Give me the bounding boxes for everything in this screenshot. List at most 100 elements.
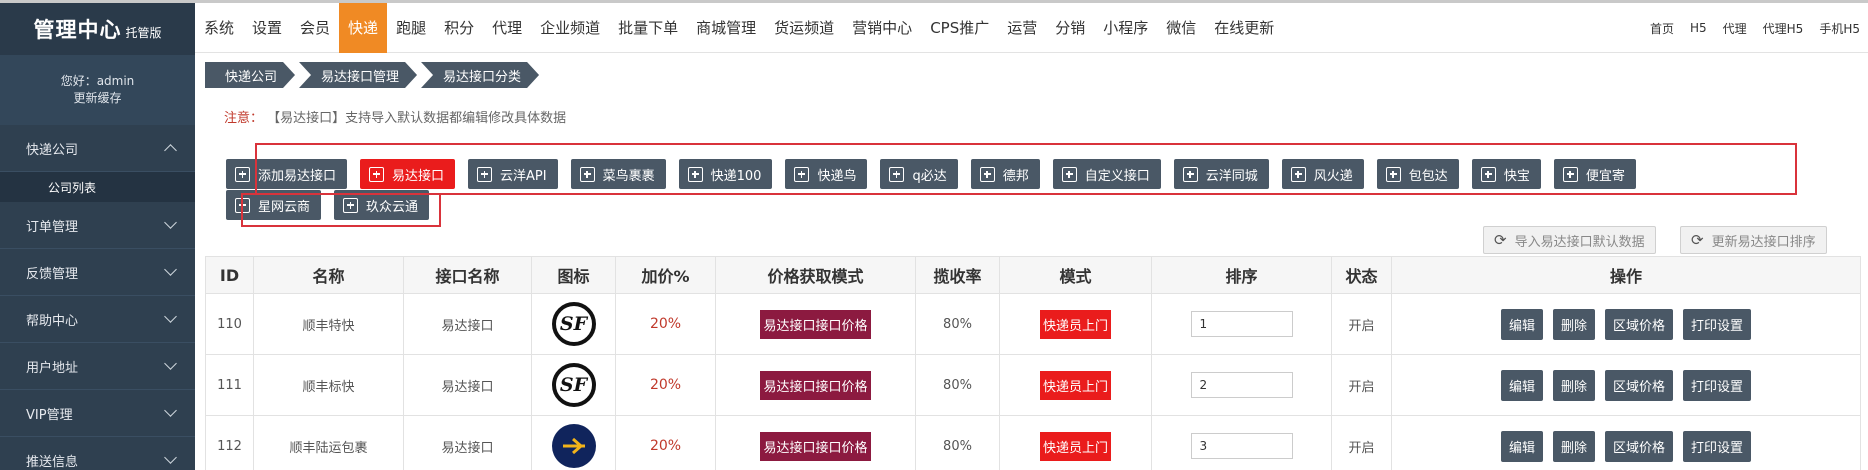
highlight-box: [255, 143, 1797, 195]
cell-icon: SF: [531, 293, 616, 355]
nav-item-operations[interactable]: 运营: [998, 3, 1046, 53]
sidebar-item-orders[interactable]: 订单管理: [0, 202, 195, 249]
cell-status: 开启: [1331, 354, 1392, 416]
sort-input[interactable]: [1190, 311, 1293, 337]
breadcrumb-item[interactable]: 易达接口分类: [421, 62, 539, 88]
cell-mode: 快递员上门: [999, 354, 1152, 416]
col-header-ops: 操作: [1391, 256, 1861, 294]
cell-rate: 80%: [915, 293, 1000, 355]
mode-tag: 快递员上门: [1039, 370, 1111, 400]
region-price-button[interactable]: 区域价格: [1605, 430, 1674, 462]
region-price-button[interactable]: 区域价格: [1605, 308, 1674, 340]
sf-express-logo-icon: SF: [551, 302, 596, 346]
nav-link-h5[interactable]: H5: [1682, 21, 1715, 35]
price-mode-tag: 易达接口接口价格: [760, 431, 871, 461]
col-header-mode: 模式: [999, 256, 1152, 294]
nav-link-home[interactable]: 首页: [1642, 20, 1682, 37]
sidebar-subitem-company-list[interactable]: 公司列表: [0, 172, 195, 202]
nav-item-agent[interactable]: 代理: [483, 3, 531, 53]
nav-item-enterprise[interactable]: 企业频道: [531, 3, 609, 53]
nav-item-mall[interactable]: 商城管理: [687, 3, 765, 53]
cell-id: 111: [205, 354, 254, 416]
import-default-button[interactable]: ⟳ 导入易达接口默认数据: [1483, 226, 1656, 254]
print-settings-button[interactable]: 打印设置: [1683, 430, 1752, 462]
edit-button[interactable]: 编辑: [1500, 369, 1543, 401]
sidebar-item-express-company[interactable]: 快递公司: [0, 125, 195, 172]
nav-link-agent-h5[interactable]: 代理H5: [1755, 20, 1812, 37]
nav-item-members[interactable]: 会员: [291, 3, 339, 53]
cell-status: 开启: [1331, 415, 1392, 470]
cell-price-mode: 易达接口接口价格: [715, 293, 916, 355]
nav-item-cps[interactable]: CPS推广: [921, 3, 998, 53]
sort-input[interactable]: [1190, 372, 1293, 398]
sidebar-item-label: 反馈管理: [26, 266, 79, 282]
delete-button[interactable]: 删除: [1552, 308, 1595, 340]
sf-freight-logo-icon: [551, 424, 596, 468]
highlight-box: [241, 193, 441, 227]
nav-item-system[interactable]: 系统: [195, 3, 243, 53]
update-sort-button[interactable]: ⟳ 更新易达接口排序: [1680, 226, 1827, 254]
chevron-down-icon: [164, 357, 177, 370]
nav-link-mobile-h5[interactable]: 手机H5: [1811, 20, 1868, 37]
nav-item-batch-order[interactable]: 批量下单: [609, 3, 687, 53]
sidebar-item-user-address[interactable]: 用户地址: [0, 343, 195, 390]
nav-item-wechat[interactable]: 微信: [1157, 3, 1205, 53]
cell-mode: 快递员上门: [999, 415, 1152, 470]
cell-id: 112: [205, 415, 254, 470]
sidebar-item-feedback[interactable]: 反馈管理: [0, 249, 195, 296]
sidebar-item-label: 推送信息: [26, 454, 79, 470]
notice-body: 【易达接口】支持导入默认数据都编辑修改具体数据: [267, 111, 567, 126]
sidebar-item-push[interactable]: 推送信息: [0, 437, 195, 470]
refresh-cache-link[interactable]: 更新缓存: [73, 90, 121, 107]
nav-item-errand[interactable]: 跑腿: [387, 3, 435, 53]
print-settings-button[interactable]: 打印设置: [1683, 369, 1752, 401]
plus-icon: [235, 166, 250, 182]
region-price-button[interactable]: 区域价格: [1605, 369, 1674, 401]
edit-button[interactable]: 编辑: [1500, 430, 1543, 462]
nav-item-update[interactable]: 在线更新: [1205, 3, 1283, 53]
mode-tag: 快递员上门: [1039, 431, 1111, 461]
nav-item-points[interactable]: 积分: [435, 3, 483, 53]
greeting-text: 您好：admin: [60, 74, 135, 88]
table-row: 112 顺丰陆运包裹 易达接口 20% 易达接口接口价格 80% 快递员上门 开…: [205, 415, 1861, 470]
col-header-sort: 排序: [1151, 256, 1332, 294]
breadcrumb-item[interactable]: 快递公司: [205, 62, 295, 88]
col-header-rate: 揽收率: [915, 256, 1000, 294]
nav-item-settings[interactable]: 设置: [243, 3, 291, 53]
cell-ops: 编辑 删除 区域价格 打印设置: [1391, 354, 1861, 416]
print-settings-button[interactable]: 打印设置: [1683, 308, 1752, 340]
nav-item-miniprogram[interactable]: 小程序: [1094, 3, 1157, 53]
nav-link-agent[interactable]: 代理: [1715, 20, 1755, 37]
nav-item-distribution[interactable]: 分销: [1046, 3, 1094, 53]
cell-ops: 编辑 删除 区域价格 打印设置: [1391, 293, 1861, 355]
cell-markup: 20%: [615, 415, 716, 470]
table-header-row: ID 名称 接口名称 图标 加价% 价格获取模式 揽收率 模式 排序 状态 操作: [205, 256, 1861, 294]
cell-name: 顺丰陆运包裹: [253, 415, 404, 470]
sidebar-user: 您好：admin 更新缓存: [0, 55, 195, 125]
notice-text: 注意： 【易达接口】支持导入默认数据都编辑修改具体数据: [224, 107, 566, 126]
sidebar: 管理中心 托管版 您好：admin 更新缓存 快递公司 公司列表 订单管理 反馈…: [0, 3, 195, 470]
chevron-up-icon: [164, 144, 177, 157]
sort-input[interactable]: [1190, 433, 1293, 459]
cell-rate: 80%: [915, 354, 1000, 416]
col-header-price-mode: 价格获取模式: [715, 256, 916, 294]
button-label: 导入易达接口默认数据: [1514, 234, 1645, 250]
chevron-down-icon: [164, 404, 177, 417]
page: 管理中心 托管版 您好：admin 更新缓存 快递公司 公司列表 订单管理 反馈…: [0, 0, 1868, 470]
notice-label: 注意：: [224, 111, 264, 126]
nav-item-freight[interactable]: 货运频道: [765, 3, 843, 53]
interface-table: ID 名称 接口名称 图标 加价% 价格获取模式 揽收率 模式 排序 状态 操作…: [205, 256, 1861, 470]
col-header-icon: 图标: [531, 256, 616, 294]
delete-button[interactable]: 删除: [1552, 430, 1595, 462]
delete-button[interactable]: 删除: [1552, 369, 1595, 401]
nav-item-express[interactable]: 快递: [339, 2, 388, 53]
cell-markup: 20%: [615, 354, 716, 416]
sidebar-item-label: 帮助中心: [26, 313, 79, 329]
cell-icon: [531, 415, 616, 470]
price-mode-tag: 易达接口接口价格: [760, 309, 871, 339]
edit-button[interactable]: 编辑: [1500, 308, 1543, 340]
nav-item-marketing[interactable]: 营销中心: [843, 3, 921, 53]
breadcrumb-item[interactable]: 易达接口管理: [299, 62, 417, 88]
sidebar-item-help[interactable]: 帮助中心: [0, 296, 195, 343]
sidebar-item-vip[interactable]: VIP管理: [0, 390, 195, 437]
